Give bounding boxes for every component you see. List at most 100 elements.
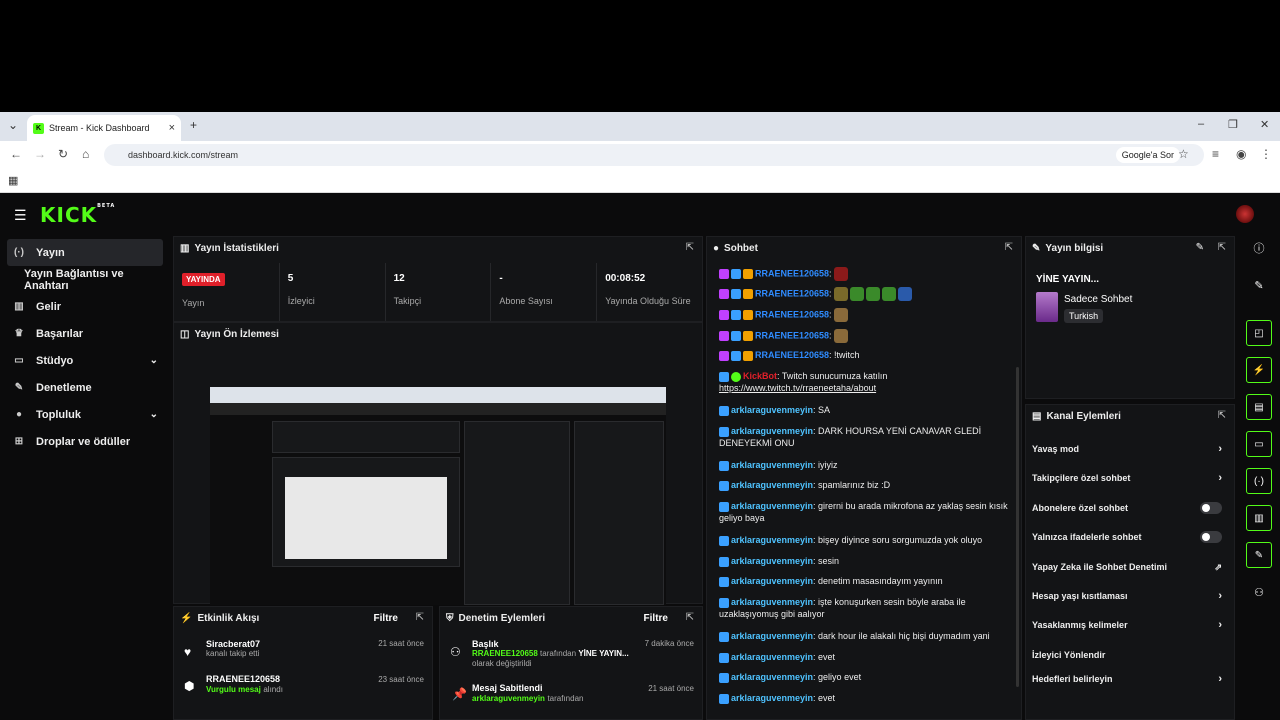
- hamburger-menu-icon[interactable]: ☰: [14, 207, 27, 224]
- toggle-switch[interactable]: [1200, 502, 1222, 514]
- tab-list-icon[interactable]: ⌄: [8, 118, 18, 132]
- chat-username[interactable]: arklaraguvenmeyin: [731, 576, 813, 586]
- kick-logo[interactable]: KICKBETA: [40, 203, 115, 227]
- channel-action-item[interactable]: İzleyici Yönlendir: [1032, 643, 1222, 667]
- wrench-icon[interactable]: ✎: [1246, 542, 1272, 568]
- tv-icon: ▭: [14, 355, 24, 366]
- bolt-icon[interactable]: ⚡: [1246, 357, 1272, 383]
- channel-action-item[interactable]: Yapay Zeka ile Sohbet Denetimi ⇗: [1032, 555, 1222, 579]
- emote-icon: [834, 287, 849, 301]
- crown-badge-icon: [743, 350, 753, 361]
- stat-viewers: 5 İzleyici: [280, 263, 386, 321]
- mod-badge-icon: [731, 331, 741, 341]
- chat-username[interactable]: RRAENEE120658: [755, 309, 829, 319]
- google-ask-button[interactable]: Google'a Sor: [1115, 147, 1180, 163]
- popout-icon[interactable]: ⇱: [686, 612, 694, 623]
- chat-username[interactable]: RRAENEE120658: [755, 268, 829, 278]
- gift-icon: ⊞: [14, 436, 24, 447]
- channel-action-item[interactable]: Abonelere özel sohbet: [1032, 496, 1222, 520]
- channel-action-item[interactable]: Yalnızca ifadelerle sohbet: [1032, 525, 1222, 549]
- mod-badge-icon: [719, 652, 729, 663]
- sidebar-item-label: Stüdyo: [36, 354, 74, 367]
- chat-username[interactable]: arklaraguvenmeyin: [731, 556, 813, 566]
- sidebar-item-stream-key[interactable]: Yayın Bağlantısı ve Anahtarı: [0, 266, 170, 293]
- chat-bubble-icon[interactable]: ▭: [1246, 431, 1272, 457]
- sidebar-item-topluluk[interactable]: ● Topluluk ⌄: [0, 401, 170, 428]
- forward-icon[interactable]: →: [34, 147, 46, 161]
- chat-message: RRAENEE120658:: [719, 267, 1019, 281]
- sidebar-item-yayin[interactable]: (·) Yayın: [7, 239, 163, 266]
- popout-icon[interactable]: ⇱: [416, 612, 424, 623]
- pencil-icon[interactable]: ✎: [1246, 272, 1272, 298]
- broadcast-icon[interactable]: (·): [1246, 468, 1272, 494]
- popout-icon[interactable]: ⇱: [1218, 242, 1226, 253]
- chat-username[interactable]: arklaraguvenmeyin: [731, 460, 813, 470]
- stat-followers: 12 Takipçi: [386, 263, 492, 321]
- mod-badge-icon: [731, 289, 741, 299]
- browser-tab[interactable]: K Stream - Kick Dashboard ×: [27, 115, 181, 141]
- sidebar-item-basarilar[interactable]: ♛ Başarılar: [0, 320, 170, 347]
- minimize-icon[interactable]: –: [1198, 118, 1204, 130]
- popout-icon[interactable]: ⇱: [1218, 410, 1226, 421]
- close-window-icon[interactable]: ✕: [1260, 118, 1269, 131]
- mod-actions-title: Denetim Eylemleri: [458, 613, 546, 624]
- channel-action-item[interactable]: Takipçilere özel sohbet ›: [1032, 466, 1222, 490]
- menu-icon[interactable]: ⋮: [1260, 147, 1272, 161]
- preview-info-box: [574, 421, 664, 605]
- chat-username[interactable]: arklaraguvenmeyin: [731, 652, 813, 662]
- channel-action-item[interactable]: Hedefleri belirleyin ›: [1032, 667, 1222, 691]
- extensions-icon[interactable]: ≡: [1212, 147, 1219, 161]
- activity-filter-button[interactable]: Filtre: [374, 613, 398, 624]
- chat-username[interactable]: arklaraguvenmeyin: [731, 405, 813, 415]
- chat-panel: ● Sohbet ⇱ RRAENEE120658: RRAENEE120658: …: [706, 236, 1022, 720]
- layers-icon[interactable]: ▥: [1246, 505, 1272, 531]
- chat-username[interactable]: arklaraguvenmeyin: [731, 480, 813, 490]
- close-tab-icon[interactable]: ×: [169, 122, 175, 134]
- info-icon[interactable]: ⓘ: [1246, 235, 1272, 261]
- chat-username[interactable]: arklaraguvenmeyin: [731, 693, 813, 703]
- popout-icon[interactable]: ⇱: [686, 242, 694, 253]
- sidebar-item-denetleme[interactable]: ✎ Denetleme: [0, 374, 170, 401]
- channel-action-item[interactable]: Yasaklanmış kelimeler ›: [1032, 613, 1222, 637]
- chat-username[interactable]: arklaraguvenmeyin: [731, 535, 813, 545]
- scan-icon[interactable]: ◰: [1246, 320, 1272, 346]
- mod-badge-icon: [731, 310, 741, 320]
- channel-action-item[interactable]: Hesap yaşı kısıtlaması ›: [1032, 584, 1222, 608]
- popout-icon[interactable]: ⇱: [1005, 242, 1013, 253]
- sidebar-item-gelir[interactable]: ▥ Gelir: [0, 293, 170, 320]
- url-field[interactable]: dashboard.kick.com/stream Google'a Sor: [104, 144, 1204, 166]
- chat-link[interactable]: https://www.twitch.tv/rraeneetaha/about: [719, 383, 876, 393]
- new-tab-icon[interactable]: +: [190, 118, 197, 132]
- chat-username[interactable]: arklaraguvenmeyin: [731, 501, 813, 511]
- kick-favicon-icon: K: [33, 122, 44, 134]
- chat-username[interactable]: arklaraguvenmeyin: [731, 597, 813, 607]
- chat-username[interactable]: arklaraguvenmeyin: [731, 672, 813, 682]
- profile-icon[interactable]: ◉: [1236, 147, 1246, 161]
- chat-username[interactable]: KickBot: [743, 371, 777, 381]
- back-icon[interactable]: ←: [10, 147, 22, 161]
- apps-grid-icon[interactable]: ▦: [8, 174, 18, 187]
- restore-icon[interactable]: ❐: [1228, 118, 1238, 131]
- sidebar-item-studyo[interactable]: ▭ Stüdyo ⌄: [0, 347, 170, 374]
- mod-filter-button[interactable]: Filtre: [644, 613, 668, 624]
- user-avatar[interactable]: [1236, 205, 1254, 223]
- edit-icon[interactable]: ✎: [1196, 242, 1204, 253]
- chat-username[interactable]: RRAENEE120658: [755, 288, 829, 298]
- reload-icon[interactable]: ↻: [58, 147, 68, 161]
- chat-username[interactable]: RRAENEE120658: [755, 330, 829, 340]
- users-icon[interactable]: ⚇: [1246, 579, 1272, 605]
- chat-scrollbar[interactable]: [1016, 367, 1019, 687]
- stream-preview-video[interactable]: [210, 387, 666, 605]
- chat-username[interactable]: RRAENEE120658: [755, 350, 829, 360]
- bookmark-star-icon[interactable]: ☆: [1178, 147, 1189, 161]
- clipboard-icon[interactable]: ▤: [1246, 394, 1272, 420]
- chat-username[interactable]: arklaraguvenmeyin: [731, 631, 813, 641]
- sidebar-item-droplar[interactable]: ⊞ Droplar ve ödüller: [0, 428, 170, 455]
- home-icon[interactable]: ⌂: [82, 147, 89, 161]
- event-detail: alındı: [263, 685, 283, 694]
- chat-username[interactable]: arklaraguvenmeyin: [731, 426, 813, 436]
- toggle-switch[interactable]: [1200, 531, 1222, 543]
- channel-action-item[interactable]: Yavaş mod ›: [1032, 437, 1222, 461]
- panel-title: ▤ Kanal Eylemleri: [1032, 411, 1121, 422]
- stat-value: 00:08:52: [605, 273, 646, 284]
